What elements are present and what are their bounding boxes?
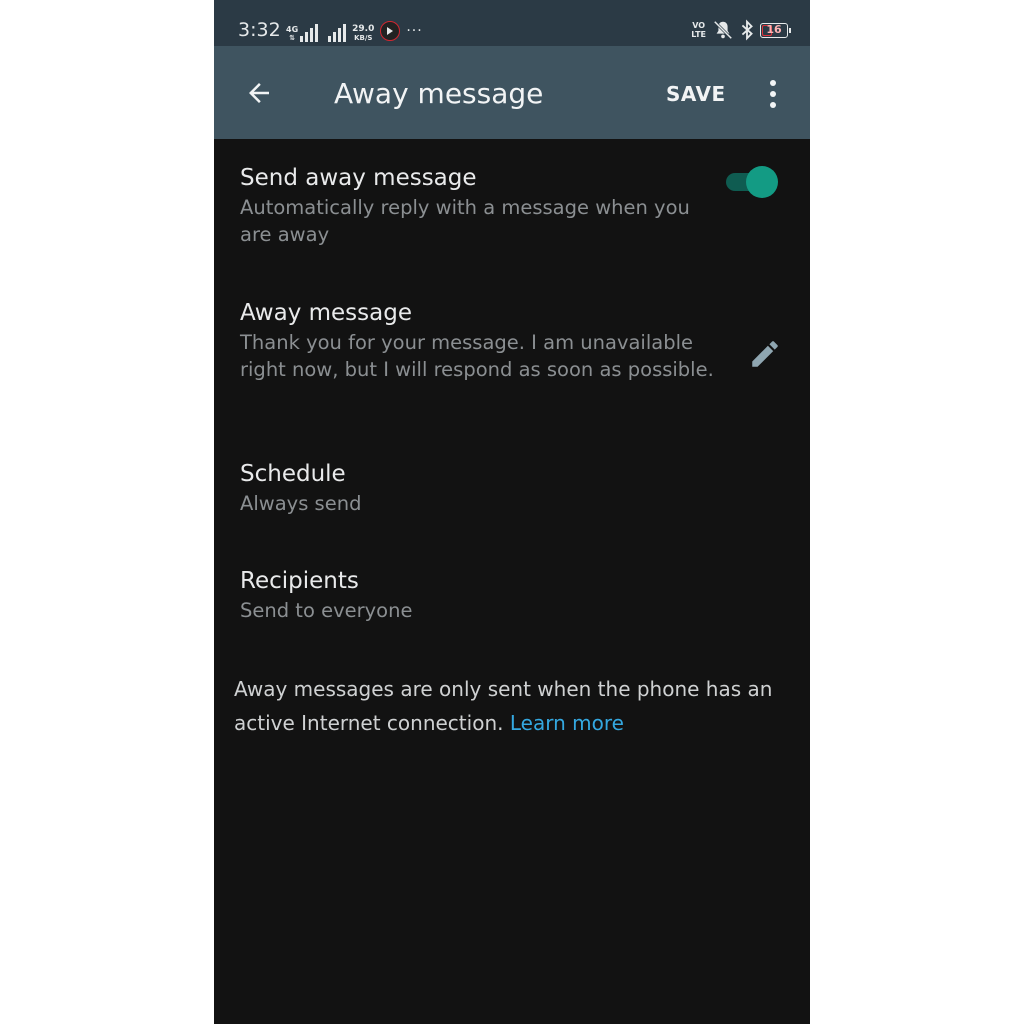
save-button[interactable]: SAVE: [666, 80, 726, 108]
recipients-value: Send to everyone: [240, 599, 413, 622]
recipients-row[interactable]: Recipients Send to everyone: [240, 565, 760, 624]
volte-icon: VO LTE: [691, 21, 706, 39]
more-notifications-icon: ···: [406, 23, 423, 39]
learn-more-link[interactable]: Learn more: [510, 711, 624, 735]
away-message-title: Away message: [240, 300, 412, 326]
video-app-icon: [380, 21, 401, 41]
status-time: 3:32: [238, 19, 281, 41]
recipients-title: Recipients: [240, 568, 359, 594]
bluetooth-icon: [741, 19, 753, 41]
schedule-title: Schedule: [240, 461, 346, 487]
footer-note: Away messages are only sent when the pho…: [234, 672, 794, 740]
footer-note-text: Away messages are only sent when the pho…: [234, 677, 773, 735]
send-away-subtitle: Automatically reply with a message when …: [240, 196, 690, 246]
away-message-text: Thank you for your message. I am unavail…: [240, 331, 714, 381]
phone-screen: 3:32 4G ⇅ 29.0 KB/S ··· VO LTE 16 Away m…: [214, 0, 810, 1024]
network-speed: 29.0 KB/S: [352, 24, 375, 43]
signal-4g-icon: 4G ⇅: [286, 24, 319, 42]
more-vert-icon: [770, 80, 776, 86]
page-title: Away message: [334, 77, 544, 110]
network-type-label: 4G: [286, 25, 299, 34]
signal-bars-icon: [328, 24, 347, 42]
status-right-icons: VO LTE 16: [691, 17, 791, 43]
battery-icon: 16: [760, 22, 791, 38]
arrow-left-icon: [249, 83, 269, 103]
battery-level: 16: [766, 22, 782, 36]
pencil-icon: [752, 341, 778, 367]
status-bar: 3:32 4G ⇅ 29.0 KB/S ··· VO LTE 16: [214, 0, 810, 46]
send-away-toggle[interactable]: [724, 165, 780, 199]
schedule-row[interactable]: Schedule Always send: [240, 458, 760, 517]
back-button[interactable]: [236, 70, 282, 116]
app-bar: Away message SAVE: [214, 46, 810, 139]
speed-unit: KB/S: [354, 34, 373, 42]
status-left-icons: 4G ⇅ 29.0 KB/S ···: [286, 18, 423, 42]
send-away-message-row[interactable]: Send away message Automatically reply wi…: [240, 162, 760, 248]
schedule-value: Always send: [240, 492, 362, 515]
more-options-button[interactable]: [760, 74, 786, 114]
edit-away-message-button[interactable]: [744, 333, 786, 375]
away-message-row[interactable]: Away message Thank you for your message.…: [240, 297, 760, 383]
mute-bell-icon: [713, 20, 733, 40]
speed-value: 29.0: [352, 24, 375, 34]
send-away-title: Send away message: [240, 165, 477, 191]
